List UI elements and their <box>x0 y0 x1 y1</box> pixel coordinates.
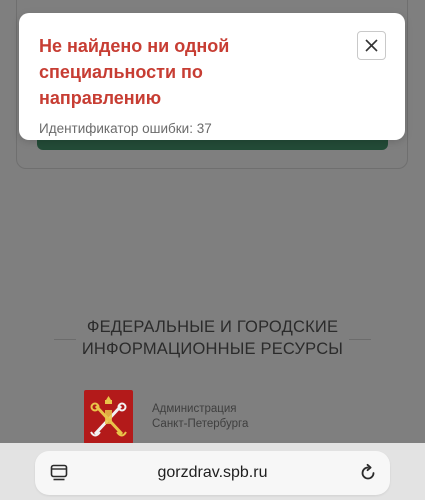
resource-link-label: Администрация Санкт-Петербурга <box>152 402 248 432</box>
resources-section: ФЕДЕРАЛЬНЫЕ И ГОРОДСКИЕ ИНФОРМАЦИОННЫЕ Р… <box>0 316 425 360</box>
resource-line-1: Администрация <box>152 403 237 415</box>
address-bar[interactable]: gorzdrav.spb.ru <box>35 451 390 495</box>
reload-icon[interactable] <box>358 463 378 483</box>
error-id-text: Идентификатор ошибки: 37 <box>39 121 212 136</box>
divider-right <box>349 339 371 340</box>
error-toast: Не найдено ни одной специальности по нап… <box>19 13 405 140</box>
browser-toolbar: gorzdrav.spb.ru <box>0 443 425 500</box>
close-button[interactable] <box>357 31 386 60</box>
resource-line-2: Санкт-Петербурга <box>152 418 249 430</box>
resources-heading: ФЕДЕРАЛЬНЫЕ И ГОРОДСКИЕ ИНФОРМАЦИОННЫЕ Р… <box>81 318 344 358</box>
close-icon <box>365 39 378 52</box>
resource-link-administration[interactable]: Администрация Санкт-Петербурга <box>84 390 248 444</box>
resources-heading-row: ФЕДЕРАЛЬНЫЕ И ГОРОДСКИЕ ИНФОРМАЦИОННЫЕ Р… <box>0 316 425 360</box>
toast-title: Не найдено ни одной специальности по нап… <box>39 36 230 108</box>
spb-coat-of-arms-icon <box>84 390 133 444</box>
url-text: gorzdrav.spb.ru <box>157 464 268 481</box>
divider-left <box>54 339 76 340</box>
